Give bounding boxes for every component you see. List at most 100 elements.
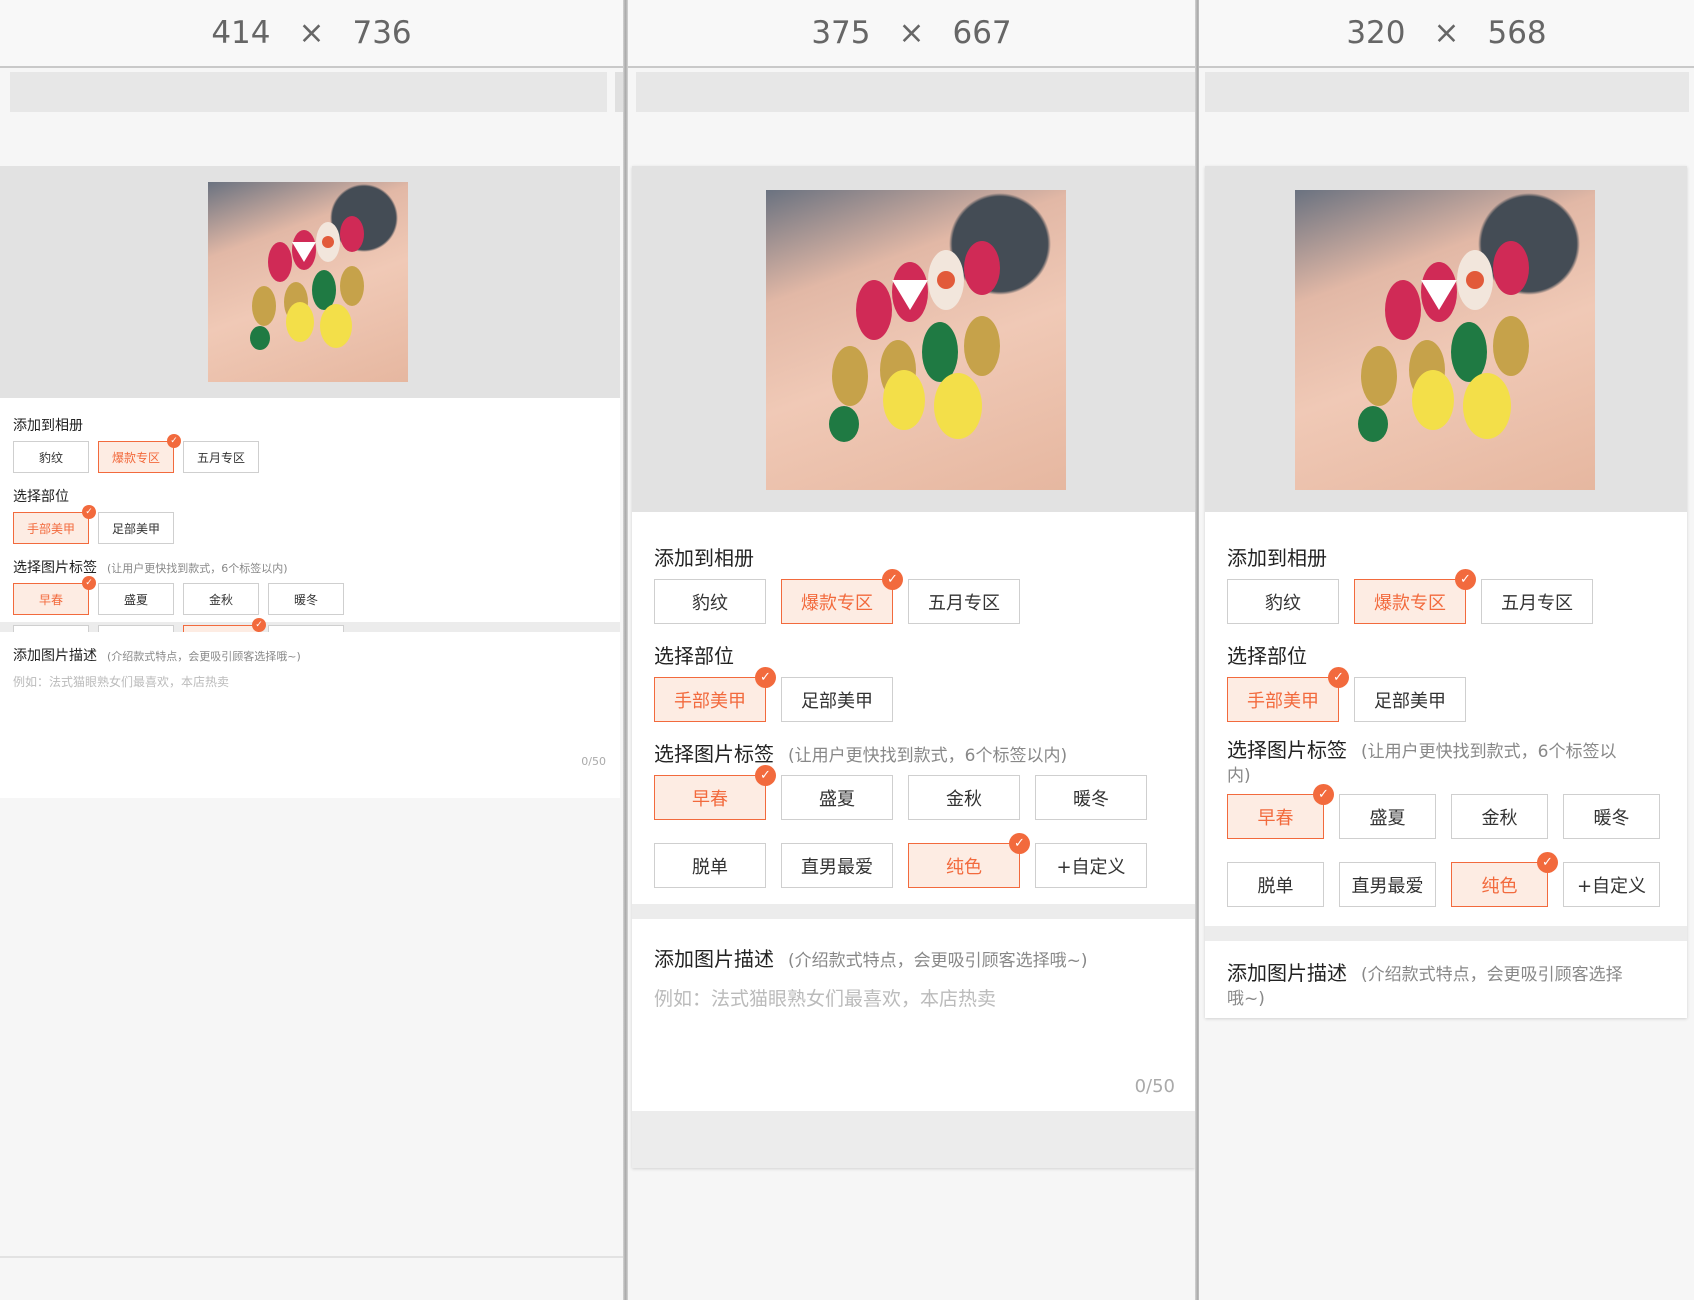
custom-tag-button[interactable]: +自定义 [1035, 843, 1147, 888]
position-option-label: 足部美甲 [801, 690, 873, 712]
tag-option-selected[interactable]: 早春 ✓ [654, 765, 776, 820]
nail-photo-image [1358, 241, 1529, 442]
album-option-label: 爆款专区 [111, 450, 160, 465]
tag-label: 早春 [38, 592, 63, 607]
tag-option[interactable]: 盛夏 [98, 583, 174, 615]
tag-option[interactable]: 暖冬 [268, 583, 344, 615]
album-option[interactable]: 豹纹 [13, 441, 89, 473]
tag-label: +自定义 [1056, 856, 1126, 878]
position-option-selected[interactable]: 手部美甲 ✓ [654, 667, 776, 722]
position-options: 手部美甲 ✓ 足部美甲 [1227, 667, 1665, 722]
nail-photo[interactable] [208, 182, 408, 382]
scrollbar[interactable] [615, 72, 623, 112]
tag-option[interactable]: 盛夏 [1339, 794, 1436, 839]
check-icon: ✓ [82, 505, 96, 519]
album-option[interactable]: 五月专区 [908, 579, 1020, 624]
tag-label: 脱单 [692, 856, 728, 878]
tag-option[interactable]: 直男最爱 [1339, 862, 1436, 907]
photo-preview-panel [632, 166, 1195, 512]
times-icon: × [1433, 15, 1460, 51]
check-icon: ✓ [1313, 784, 1334, 805]
custom-tag-button[interactable]: +自定义 [1563, 862, 1660, 907]
viewport-375: 375 × 667 添加到相册 豹纹 爆款专区 ✓ 五月专区 选择部位 手部美甲… [628, 0, 1195, 1300]
tags-row-2: 脱单 直男最爱 纯色 ✓ +自定义 [1227, 852, 1665, 907]
position-title: 选择部位 [1227, 644, 1307, 668]
position-option-selected[interactable]: 手部美甲 ✓ [1227, 667, 1349, 722]
position-option-label: 足部美甲 [111, 521, 160, 536]
description-heading: 添加图片描述 (介绍款式特点，会更吸引顾客选择哦~) [13, 645, 607, 665]
album-title: 添加到相册 [654, 546, 754, 570]
description-hint: (介绍款式特点，会更吸引顾客选择 [1361, 965, 1623, 985]
album-option-selected[interactable]: 爆款专区 ✓ [1354, 569, 1476, 624]
album-options: 豹纹 爆款专区 ✓ 五月专区 [1227, 569, 1665, 624]
tag-label: 金秋 [1481, 807, 1518, 829]
position-option[interactable]: 足部美甲 [781, 677, 893, 722]
position-options: 手部美甲 ✓ 足部美甲 [654, 667, 1173, 722]
tag-option[interactable]: 暖冬 [1035, 775, 1147, 820]
tag-label: 直男最爱 [801, 856, 873, 878]
tag-option[interactable]: 盛夏 [781, 775, 893, 820]
nail-photo[interactable] [1295, 190, 1595, 490]
tag-option[interactable]: 金秋 [1451, 794, 1548, 839]
tags-title: 选择图片标签 [654, 742, 774, 766]
album-option-selected[interactable]: 爆款专区 ✓ [98, 434, 181, 473]
tag-option-selected[interactable]: 早春 ✓ [1227, 784, 1334, 839]
album-option[interactable]: 豹纹 [1227, 579, 1339, 624]
viewport-size-label: 414 × 736 [0, 0, 623, 68]
position-options: 手部美甲 ✓ 足部美甲 [13, 505, 607, 544]
viewport-size-label: 320 × 568 [1199, 0, 1694, 68]
description-field[interactable]: 添加图片描述 (介绍款式特点，会更吸引顾客选择 哦~) [1205, 941, 1687, 1018]
tag-label: 暖冬 [1593, 807, 1630, 829]
page-footer [632, 1111, 1195, 1168]
tags-hint: (让用户更快找到款式，6个标签以内) [107, 562, 288, 575]
tag-option-selected[interactable]: 纯色 ✓ [1451, 852, 1558, 907]
album-option[interactable]: 五月专区 [183, 441, 259, 473]
album-option[interactable]: 豹纹 [654, 579, 766, 624]
check-icon: ✓ [167, 434, 181, 448]
album-title: 添加到相册 [13, 418, 83, 434]
position-title: 选择部位 [654, 644, 734, 668]
album-option-label: 爆款专区 [801, 592, 873, 614]
album-option-selected[interactable]: 爆款专区 ✓ [781, 569, 903, 624]
tag-label: 纯色 [1481, 875, 1518, 897]
position-option-selected[interactable]: 手部美甲 ✓ [13, 505, 96, 544]
album-options: 豹纹 爆款专区 ✓ 五月专区 [13, 434, 607, 473]
description-hint: (介绍款式特点，会更吸引顾客选择哦~) [788, 951, 1088, 971]
tag-option[interactable]: 暖冬 [1563, 794, 1660, 839]
upload-page: 添加到相册 豹纹 爆款专区 ✓ 五月专区 选择部位 手部美甲 ✓ 足部美甲 选择图片… [632, 166, 1195, 1168]
viewport-width: 375 [811, 15, 871, 51]
tag-label: 盛夏 [819, 788, 855, 810]
tag-option[interactable]: 脱单 [1227, 862, 1324, 907]
position-option[interactable]: 足部美甲 [98, 512, 174, 544]
description-field[interactable]: 添加图片描述 (介绍款式特点，会更吸引顾客选择哦~) 例如：法式猫眼熟女们最喜欢，… [632, 919, 1195, 1111]
tag-option-selected[interactable]: 纯色 ✓ [908, 833, 1030, 888]
nail-photo[interactable] [766, 190, 1066, 490]
album-option[interactable]: 五月专区 [1481, 579, 1593, 624]
check-icon: ✓ [755, 765, 776, 786]
tag-label: 金秋 [208, 592, 233, 607]
tag-label: 直男最爱 [1351, 875, 1424, 897]
position-option[interactable]: 足部美甲 [1354, 677, 1466, 722]
tag-option[interactable]: 直男最爱 [781, 843, 893, 888]
tag-option[interactable]: 脱单 [654, 843, 766, 888]
upload-page: 添加到相册 豹纹 爆款专区 ✓ 五月专区 选择部位 手部美甲 ✓ 足部美甲 选择图片… [1205, 166, 1687, 1018]
description-hint: (介绍款式特点，会更吸引顾客选择哦~) [107, 650, 301, 663]
description-title: 添加图片描述 [1227, 961, 1347, 985]
check-icon: ✓ [1009, 833, 1030, 854]
tag-option-selected[interactable]: 早春 ✓ [13, 576, 96, 615]
tag-option[interactable]: 金秋 [908, 775, 1020, 820]
position-option-label: 手部美甲 [1247, 690, 1319, 712]
viewport-414: 414 × 736 添加到相册 豹纹 爆款专区 ✓ 五月专区 选择部位 手部美甲… [0, 0, 623, 1300]
tag-label: 盛夏 [123, 592, 148, 607]
viewport-width: 320 [1346, 15, 1406, 51]
check-icon: ✓ [882, 569, 903, 590]
viewport-320: 320 × 568 添加到相册 豹纹 爆款专区 ✓ 五月专区 选择部位 手部美甲… [1199, 0, 1694, 1300]
tag-label: +自定义 [1576, 875, 1647, 897]
description-title: 添加图片描述 [13, 648, 97, 664]
description-field[interactable]: 添加图片描述 (介绍款式特点，会更吸引顾客选择哦~) 例如：法式猫眼熟女们最喜欢，… [0, 632, 620, 778]
address-bar [10, 72, 607, 112]
tag-option[interactable]: 金秋 [183, 583, 259, 615]
album-option-label: 五月专区 [1501, 592, 1573, 614]
tags-hint: (让用户更快找到款式，6个标签以 [1361, 742, 1617, 762]
album-option-label: 豹纹 [38, 450, 63, 465]
